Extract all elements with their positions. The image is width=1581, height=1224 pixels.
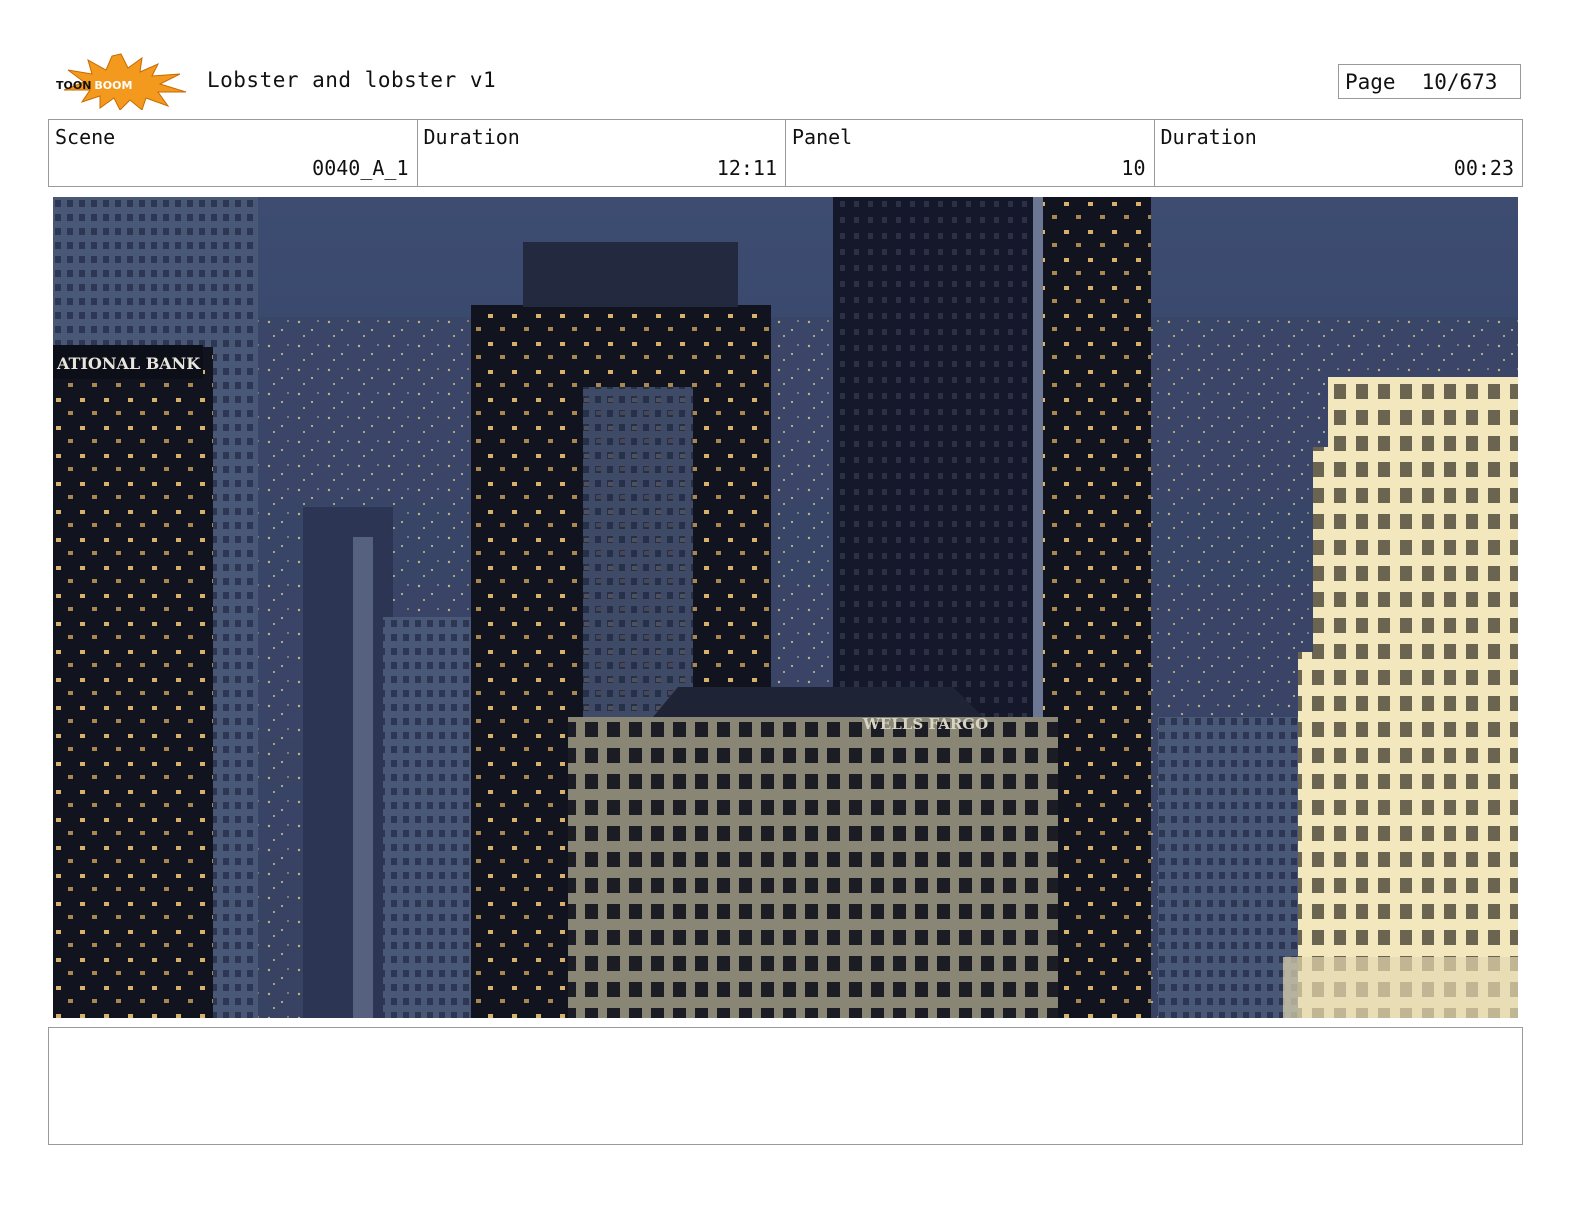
storyboard-panel-image: ATIONAL BANK WELLS FARGO: [53, 197, 1518, 1018]
toon-boom-logo: TOON BOOM: [56, 53, 187, 110]
scene-cell: Scene 0040_A_1: [49, 120, 418, 186]
panel-duration-label: Duration: [1160, 125, 1257, 149]
scene-duration-value: 12:11: [716, 156, 777, 180]
page-label: Page: [1345, 69, 1396, 94]
scene-label: Scene: [55, 125, 116, 149]
scene-value: 0040_A_1: [312, 156, 409, 180]
image-sign-left: ATIONAL BANK: [56, 354, 201, 373]
panel-value: 10: [1121, 156, 1146, 180]
document-title: Lobster and lobster v1: [207, 68, 497, 92]
image-sign-center: WELLS FARGO: [862, 715, 988, 733]
panel-info-table: Scene 0040_A_1 Duration 12:11 Panel 10 D…: [48, 119, 1523, 187]
scene-duration-label: Duration: [423, 125, 520, 149]
city-skyline-night-image: ATIONAL BANK WELLS FARGO: [53, 197, 1518, 1018]
logo-text: TOON BOOM: [56, 79, 132, 92]
panel-label: Panel: [792, 125, 853, 149]
scene-duration-cell: Duration 12:11: [418, 120, 786, 186]
panel-duration-value: 00:23: [1453, 156, 1514, 180]
panel-notes-box: [48, 1027, 1523, 1145]
panel-cell: Panel 10: [786, 120, 1155, 186]
page-indicator: Page 10/673: [1338, 64, 1521, 99]
panel-duration-cell: Duration 00:23: [1155, 120, 1523, 186]
page-number: 10/673: [1421, 69, 1498, 94]
